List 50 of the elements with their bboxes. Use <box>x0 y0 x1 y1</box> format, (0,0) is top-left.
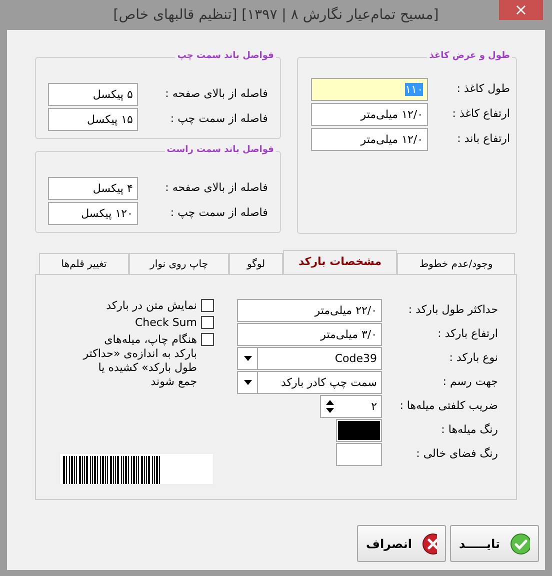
tab[interactable]: چاپ روی نوار <box>129 253 229 274</box>
input-field[interactable]: ۱۵ پیکسل <box>48 108 138 131</box>
spin-field[interactable]: ۲ <box>320 395 382 418</box>
group-title: فواصل باند سمت راست <box>164 144 276 158</box>
group-title: طول و عرض کاغذ <box>427 50 512 64</box>
caret-icon <box>244 380 252 385</box>
field-label: ضریب کلفتی میله‌ها : <box>398 398 498 414</box>
input-field[interactable]: ۱۲/۰ میلی‌متر <box>311 103 428 126</box>
field-label: فاصله از بالای صفحه : <box>164 180 268 196</box>
ok-button[interactable]: تایـــــد <box>450 525 539 562</box>
checkbox-label: Check Sum <box>134 316 197 330</box>
field-label: ارتفاع باند : <box>456 131 510 148</box>
input-field[interactable]: ۴ پیکسل <box>48 177 138 200</box>
tab[interactable]: تغییر قلم‌ها <box>39 253 129 274</box>
caret-icon <box>244 356 252 361</box>
checkbox-label: نمایش متن در بارکد <box>105 299 197 313</box>
tab[interactable]: مشخصات بارکد <box>283 250 397 274</box>
close-button[interactable]: × <box>499 0 543 20</box>
tab[interactable]: وجود/عدم خطوط <box>397 253 515 274</box>
field-label: ارتفاع کاغذ : <box>451 106 510 122</box>
cancel-button[interactable]: انصراف <box>357 525 446 562</box>
checkbox[interactable] <box>201 333 214 346</box>
check-icon <box>510 532 530 554</box>
field-label: جهت رسم : <box>442 374 498 390</box>
field-label: فاصله از سمت چپ : <box>169 111 268 128</box>
checkbox[interactable] <box>201 316 214 329</box>
checkbox[interactable] <box>201 299 214 312</box>
field-label: حداکثر طول بارکد : <box>407 302 498 318</box>
checkbox-label: هنگام چاپ، میله‌های بارکد به اندازه‌ی «حداکتر طول بارکد» کشیده یا جمع شوند <box>82 333 197 389</box>
field-label: طول کاغذ : <box>456 81 510 98</box>
input-field[interactable]: ۱۲۰ پیکسل <box>48 202 138 225</box>
field-label: فاصله از سمت چپ : <box>169 205 268 222</box>
dropdown[interactable]: سمت چپ کادر بارکد <box>237 371 382 394</box>
spinner-icon <box>326 400 334 413</box>
color-swatch[interactable] <box>336 419 382 442</box>
input-field[interactable]: ۳/۰ میلی‌متر <box>237 323 382 346</box>
field-label: فاصله از بالای صفحه : <box>164 86 268 102</box>
group-title: فواصل باند سمت چپ <box>175 50 276 64</box>
dropdown[interactable]: Code39 <box>237 347 382 370</box>
field-label: ارتفاع بارکد : <box>436 326 498 342</box>
input-field[interactable]: ۲۲/۰ میلی‌متر <box>237 299 382 322</box>
color-swatch[interactable] <box>336 443 382 466</box>
input-field[interactable]: ۵ پیکسل <box>48 83 138 106</box>
close-icon <box>422 532 437 554</box>
field-label: رنگ میله‌ها : <box>440 422 498 438</box>
field-label: نوع بارکد : <box>448 350 498 366</box>
field-label: رنگ فضای خالی : <box>415 446 498 462</box>
tab[interactable]: لوگو <box>229 253 283 274</box>
window-title: [مسیح تمام‌عیار نگارش ۸ | ۱۳۹۷] [تنظیم قالبهای خاص] <box>113 6 439 24</box>
input-field[interactable]: ۱۲/۰ میلی‌متر <box>311 128 428 151</box>
